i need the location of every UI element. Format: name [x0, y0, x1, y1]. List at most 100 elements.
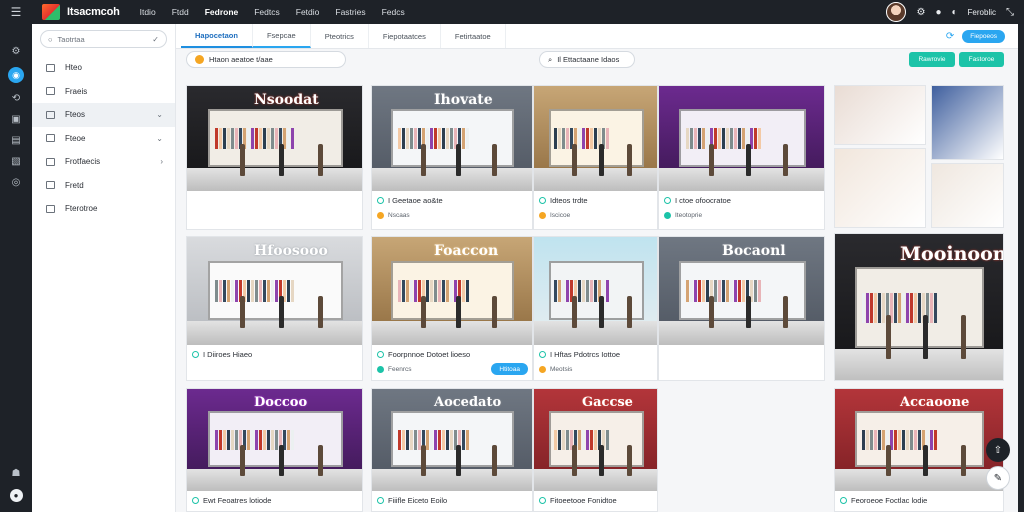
floating-chat-icon[interactable]: ✎ [986, 466, 1010, 490]
radio-icon[interactable] [377, 197, 384, 204]
gallery-thumbnail[interactable] [931, 85, 1004, 160]
store-card[interactable]: Bocaonl [658, 236, 825, 381]
store-button[interactable]: Fastoroe [959, 52, 1004, 67]
sidebar-item[interactable]: Fraeis [32, 80, 175, 104]
mall-floor [372, 469, 532, 491]
store-sign: Foaccon [434, 243, 499, 259]
top-nav-item[interactable]: Fastries [327, 7, 373, 17]
mall-floor [659, 321, 824, 345]
account-icon[interactable]: ◐ [952, 7, 958, 18]
primary-action-button[interactable]: Fiepoeos [962, 29, 1005, 43]
store-card[interactable]: I Hftas Pdotrcs Iottoe Meotsis [533, 236, 658, 381]
top-nav-item-active[interactable]: Fedrone [197, 7, 247, 17]
mall-floor [534, 321, 657, 345]
mall-floor [534, 168, 657, 191]
shopper-figure [572, 445, 577, 476]
radio-icon[interactable] [377, 351, 384, 358]
card-caption-text: I ctoe ofoocratoe [675, 196, 731, 205]
tab[interactable]: Hapocetaon [181, 24, 253, 48]
sidebar-item[interactable]: Fteoe ⌄ [32, 127, 175, 151]
hamburger-menu-icon[interactable]: ☰ [0, 0, 32, 24]
top-nav-item[interactable]: Ftdd [164, 7, 197, 17]
gallery-thumbnail[interactable] [834, 148, 926, 228]
radio-icon[interactable] [192, 351, 199, 358]
top-nav-item[interactable]: Fedtcs [246, 7, 288, 17]
app-logo [42, 4, 60, 20]
radio-icon[interactable] [539, 497, 546, 504]
gallery-thumbnail[interactable] [931, 163, 1004, 228]
store-card[interactable]: Ihovate I Geetaoe ao&te Nscaas [371, 85, 533, 230]
store-sign: Accaoone [900, 395, 970, 410]
tab[interactable]: Fiepotaatces [369, 24, 441, 48]
mall-floor [372, 168, 532, 191]
user-avatar[interactable] [886, 2, 907, 22]
store-sign: Mooinoon [900, 243, 1003, 265]
radio-icon[interactable] [840, 497, 847, 504]
rail-help-icon[interactable]: ◎ [12, 177, 21, 188]
rail-user-icon[interactable]: ☗ [12, 468, 21, 479]
sidebar-search-input[interactable]: ○ Taotrtaa ✓ [40, 30, 167, 48]
store-card[interactable]: Foaccon Foorpnnoe Dotoet lioeso Feenrcs Hti… [371, 236, 533, 381]
shopper-figure [492, 445, 497, 476]
shopper-figure [627, 144, 632, 176]
sidebar-item-label: Hteo [65, 63, 82, 73]
radio-icon[interactable] [664, 197, 671, 204]
category-filter[interactable]: Htaon aeatoe t/aae [186, 51, 346, 68]
tab[interactable]: Fetirtaatoe [441, 24, 506, 48]
sidebar-item[interactable]: Fretd [32, 174, 175, 198]
review-button[interactable]: Rawrovie [909, 52, 955, 67]
rail-gallery-icon[interactable]: ▣ [11, 114, 20, 125]
card-action-button[interactable]: Htitoaa [491, 363, 528, 375]
store-card[interactable]: Gaccse Fitoeetooe Fonidtoe [533, 388, 658, 512]
rail-status-icon[interactable]: ● [9, 489, 23, 502]
sidebar-item[interactable]: Frotfaecis › [32, 150, 175, 174]
store-card[interactable]: MooinoonSoioras Eestfiie [834, 233, 1004, 381]
store-card[interactable]: Doccoo Ewt Feoatres lotiode [186, 388, 363, 512]
tab[interactable]: Pteotrics [311, 24, 369, 48]
card-tag-text: Feenrcs [388, 366, 412, 373]
radio-icon[interactable] [377, 497, 384, 504]
chevron-icon[interactable]: ✓ [152, 35, 159, 44]
settings-icon[interactable]: ⚙ [916, 7, 925, 18]
radio-icon[interactable] [192, 497, 199, 504]
store-card[interactable]: Accaoone Feoroeoe Foctlac lodie [834, 388, 1004, 512]
radio-icon[interactable] [539, 197, 546, 204]
gallery-thumbnail[interactable] [834, 85, 926, 145]
search-filter[interactable]: ⌕ Il Ettactaane Idaos [539, 51, 635, 68]
store-card[interactable]: Hfoosooo I Diiroes Hiaeo [186, 236, 363, 381]
store-card[interactable]: I ctoe ofoocratoe Iteotoprie [658, 85, 825, 230]
sidebar-item[interactable]: Fterotroe [32, 197, 175, 221]
store-sign: Gaccse [582, 395, 633, 410]
sidebar-item-selected[interactable]: Fteos ⌄ [32, 103, 175, 127]
rail-home-icon[interactable]: ◉ [8, 67, 24, 83]
sidebar-item-label: Fraeis [65, 86, 88, 96]
store-sign: Doccoo [254, 395, 308, 410]
top-nav-item[interactable]: Fetdio [288, 7, 328, 17]
rail-layout-icon[interactable]: ▤ [11, 135, 20, 146]
rail-image-icon[interactable]: ▧ [11, 156, 20, 167]
shopper-figure [599, 296, 604, 328]
shopper-figure [627, 445, 632, 476]
card-tag-text: Iteotoprie [675, 212, 703, 219]
rail-settings-icon[interactable]: ⚙ [12, 46, 21, 57]
tab[interactable]: Fsepcae [252, 24, 311, 48]
store-card[interactable]: Aocedato Fiiifle Eiceto Eoilo [371, 388, 533, 512]
user-label[interactable]: Feroblic [968, 8, 996, 17]
shopper-figure [709, 296, 714, 328]
radio-icon[interactable] [539, 351, 546, 358]
store-card[interactable]: Nsoodat [186, 85, 363, 230]
main-content: Hapocetaon Fsepcae Pteotrics Fiepotaatce… [176, 24, 1018, 512]
refresh-icon[interactable]: ⟳ [946, 31, 954, 42]
card-tag: Feenrcs [377, 366, 411, 373]
collapse-icon[interactable]: ⤡ [1006, 7, 1014, 18]
floating-share-icon[interactable]: ⇧ [986, 438, 1010, 462]
rail-link-icon[interactable]: ⟲ [12, 93, 20, 104]
store-card[interactable]: Idteos trdte Iscicoe [533, 85, 658, 230]
top-nav-item[interactable]: Itdio [132, 7, 164, 17]
sidebar-item[interactable]: Hteo [32, 56, 175, 80]
tab-bar: Hapocetaon Fsepcae Pteotrics Fiepotaatce… [176, 24, 1018, 49]
notification-icon[interactable]: ● [935, 7, 941, 18]
tag-dot-icon [539, 366, 546, 373]
top-nav-item[interactable]: Fedcs [374, 7, 413, 17]
shopper-figure [783, 144, 788, 176]
